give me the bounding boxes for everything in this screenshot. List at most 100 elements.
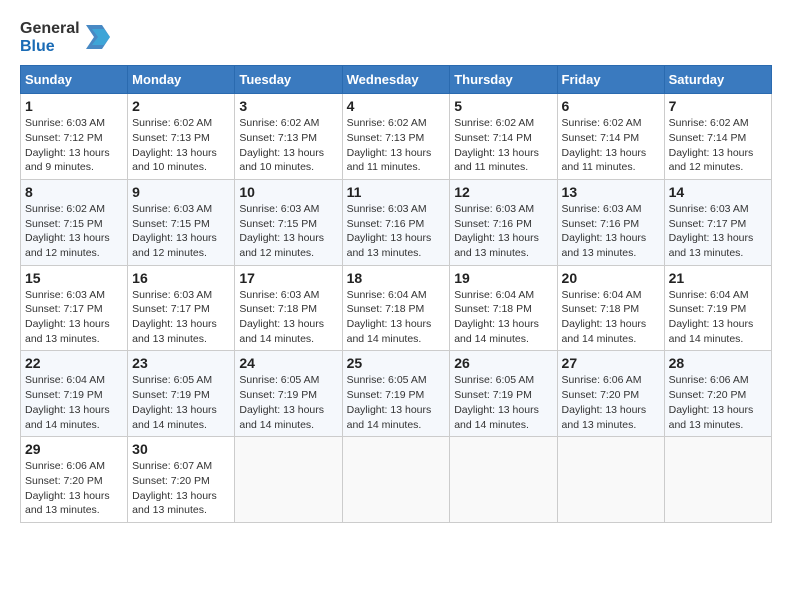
calendar-cell: 30 Sunrise: 6:07 AM Sunset: 7:20 PM Dayl… (128, 437, 235, 523)
day-info: Sunrise: 6:03 AM Sunset: 7:17 PM Dayligh… (669, 202, 767, 261)
calendar-header-sunday: Sunday (21, 66, 128, 94)
calendar-cell: 2 Sunrise: 6:02 AM Sunset: 7:13 PM Dayli… (128, 94, 235, 180)
day-number: 1 (25, 98, 123, 114)
day-info: Sunrise: 6:03 AM Sunset: 7:17 PM Dayligh… (132, 288, 230, 347)
day-number: 22 (25, 355, 123, 371)
day-number: 11 (347, 184, 446, 200)
day-number: 29 (25, 441, 123, 457)
day-number: 26 (454, 355, 552, 371)
day-number: 12 (454, 184, 552, 200)
calendar-cell: 7 Sunrise: 6:02 AM Sunset: 7:14 PM Dayli… (664, 94, 771, 180)
day-number: 24 (239, 355, 337, 371)
day-number: 25 (347, 355, 446, 371)
calendar-cell: 27 Sunrise: 6:06 AM Sunset: 7:20 PM Dayl… (557, 351, 664, 437)
day-number: 10 (239, 184, 337, 200)
calendar-header-saturday: Saturday (664, 66, 771, 94)
day-number: 3 (239, 98, 337, 114)
calendar-cell: 9 Sunrise: 6:03 AM Sunset: 7:15 PM Dayli… (128, 179, 235, 265)
calendar-cell: 22 Sunrise: 6:04 AM Sunset: 7:19 PM Dayl… (21, 351, 128, 437)
calendar-cell: 5 Sunrise: 6:02 AM Sunset: 7:14 PM Dayli… (450, 94, 557, 180)
day-number: 15 (25, 270, 123, 286)
day-info: Sunrise: 6:06 AM Sunset: 7:20 PM Dayligh… (25, 459, 123, 518)
day-number: 4 (347, 98, 446, 114)
day-info: Sunrise: 6:06 AM Sunset: 7:20 PM Dayligh… (562, 373, 660, 432)
day-info: Sunrise: 6:02 AM Sunset: 7:14 PM Dayligh… (562, 116, 660, 175)
day-info: Sunrise: 6:03 AM Sunset: 7:17 PM Dayligh… (25, 288, 123, 347)
calendar-header-thursday: Thursday (450, 66, 557, 94)
page-header: General Blue (20, 20, 772, 55)
day-info: Sunrise: 6:03 AM Sunset: 7:18 PM Dayligh… (239, 288, 337, 347)
day-number: 30 (132, 441, 230, 457)
calendar-cell: 18 Sunrise: 6:04 AM Sunset: 7:18 PM Dayl… (342, 265, 450, 351)
day-number: 8 (25, 184, 123, 200)
calendar-cell: 4 Sunrise: 6:02 AM Sunset: 7:13 PM Dayli… (342, 94, 450, 180)
day-number: 27 (562, 355, 660, 371)
day-info: Sunrise: 6:05 AM Sunset: 7:19 PM Dayligh… (132, 373, 230, 432)
calendar-cell: 6 Sunrise: 6:02 AM Sunset: 7:14 PM Dayli… (557, 94, 664, 180)
logo-blue: Blue (20, 38, 55, 56)
day-number: 13 (562, 184, 660, 200)
calendar-cell (664, 437, 771, 523)
day-info: Sunrise: 6:02 AM Sunset: 7:13 PM Dayligh… (132, 116, 230, 175)
day-info: Sunrise: 6:04 AM Sunset: 7:19 PM Dayligh… (669, 288, 767, 347)
calendar-cell: 29 Sunrise: 6:06 AM Sunset: 7:20 PM Dayl… (21, 437, 128, 523)
day-info: Sunrise: 6:05 AM Sunset: 7:19 PM Dayligh… (347, 373, 446, 432)
calendar-cell: 26 Sunrise: 6:05 AM Sunset: 7:19 PM Dayl… (450, 351, 557, 437)
calendar-cell: 10 Sunrise: 6:03 AM Sunset: 7:15 PM Dayl… (235, 179, 342, 265)
day-info: Sunrise: 6:03 AM Sunset: 7:12 PM Dayligh… (25, 116, 123, 175)
day-number: 20 (562, 270, 660, 286)
calendar-cell: 28 Sunrise: 6:06 AM Sunset: 7:20 PM Dayl… (664, 351, 771, 437)
calendar-cell: 19 Sunrise: 6:04 AM Sunset: 7:18 PM Dayl… (450, 265, 557, 351)
calendar-header-row: SundayMondayTuesdayWednesdayThursdayFrid… (21, 66, 772, 94)
day-number: 16 (132, 270, 230, 286)
day-info: Sunrise: 6:03 AM Sunset: 7:16 PM Dayligh… (454, 202, 552, 261)
day-number: 18 (347, 270, 446, 286)
calendar-cell: 3 Sunrise: 6:02 AM Sunset: 7:13 PM Dayli… (235, 94, 342, 180)
calendar-cell: 8 Sunrise: 6:02 AM Sunset: 7:15 PM Dayli… (21, 179, 128, 265)
calendar-cell (557, 437, 664, 523)
calendar: SundayMondayTuesdayWednesdayThursdayFrid… (20, 65, 772, 523)
day-info: Sunrise: 6:02 AM Sunset: 7:15 PM Dayligh… (25, 202, 123, 261)
day-info: Sunrise: 6:03 AM Sunset: 7:16 PM Dayligh… (347, 202, 446, 261)
day-number: 2 (132, 98, 230, 114)
calendar-header-friday: Friday (557, 66, 664, 94)
calendar-cell: 24 Sunrise: 6:05 AM Sunset: 7:19 PM Dayl… (235, 351, 342, 437)
day-number: 6 (562, 98, 660, 114)
calendar-header-wednesday: Wednesday (342, 66, 450, 94)
day-info: Sunrise: 6:02 AM Sunset: 7:14 PM Dayligh… (669, 116, 767, 175)
day-info: Sunrise: 6:04 AM Sunset: 7:18 PM Dayligh… (454, 288, 552, 347)
day-info: Sunrise: 6:04 AM Sunset: 7:19 PM Dayligh… (25, 373, 123, 432)
day-info: Sunrise: 6:05 AM Sunset: 7:19 PM Dayligh… (239, 373, 337, 432)
day-info: Sunrise: 6:03 AM Sunset: 7:15 PM Dayligh… (132, 202, 230, 261)
calendar-cell: 23 Sunrise: 6:05 AM Sunset: 7:19 PM Dayl… (128, 351, 235, 437)
logo: General Blue (20, 20, 110, 55)
calendar-cell: 16 Sunrise: 6:03 AM Sunset: 7:17 PM Dayl… (128, 265, 235, 351)
calendar-week-1: 1 Sunrise: 6:03 AM Sunset: 7:12 PM Dayli… (21, 94, 772, 180)
day-info: Sunrise: 6:04 AM Sunset: 7:18 PM Dayligh… (347, 288, 446, 347)
day-number: 7 (669, 98, 767, 114)
day-number: 19 (454, 270, 552, 286)
calendar-cell (342, 437, 450, 523)
calendar-week-3: 15 Sunrise: 6:03 AM Sunset: 7:17 PM Dayl… (21, 265, 772, 351)
day-number: 23 (132, 355, 230, 371)
day-info: Sunrise: 6:07 AM Sunset: 7:20 PM Dayligh… (132, 459, 230, 518)
day-info: Sunrise: 6:03 AM Sunset: 7:15 PM Dayligh… (239, 202, 337, 261)
day-number: 17 (239, 270, 337, 286)
calendar-cell: 1 Sunrise: 6:03 AM Sunset: 7:12 PM Dayli… (21, 94, 128, 180)
day-info: Sunrise: 6:06 AM Sunset: 7:20 PM Dayligh… (669, 373, 767, 432)
calendar-cell (450, 437, 557, 523)
calendar-cell: 14 Sunrise: 6:03 AM Sunset: 7:17 PM Dayl… (664, 179, 771, 265)
calendar-cell: 13 Sunrise: 6:03 AM Sunset: 7:16 PM Dayl… (557, 179, 664, 265)
calendar-week-5: 29 Sunrise: 6:06 AM Sunset: 7:20 PM Dayl… (21, 437, 772, 523)
calendar-cell: 20 Sunrise: 6:04 AM Sunset: 7:18 PM Dayl… (557, 265, 664, 351)
day-number: 21 (669, 270, 767, 286)
calendar-cell: 11 Sunrise: 6:03 AM Sunset: 7:16 PM Dayl… (342, 179, 450, 265)
day-number: 9 (132, 184, 230, 200)
logo-general: General (20, 20, 80, 38)
day-info: Sunrise: 6:03 AM Sunset: 7:16 PM Dayligh… (562, 202, 660, 261)
calendar-week-4: 22 Sunrise: 6:04 AM Sunset: 7:19 PM Dayl… (21, 351, 772, 437)
calendar-week-2: 8 Sunrise: 6:02 AM Sunset: 7:15 PM Dayli… (21, 179, 772, 265)
day-number: 14 (669, 184, 767, 200)
calendar-header-monday: Monday (128, 66, 235, 94)
day-info: Sunrise: 6:02 AM Sunset: 7:13 PM Dayligh… (347, 116, 446, 175)
